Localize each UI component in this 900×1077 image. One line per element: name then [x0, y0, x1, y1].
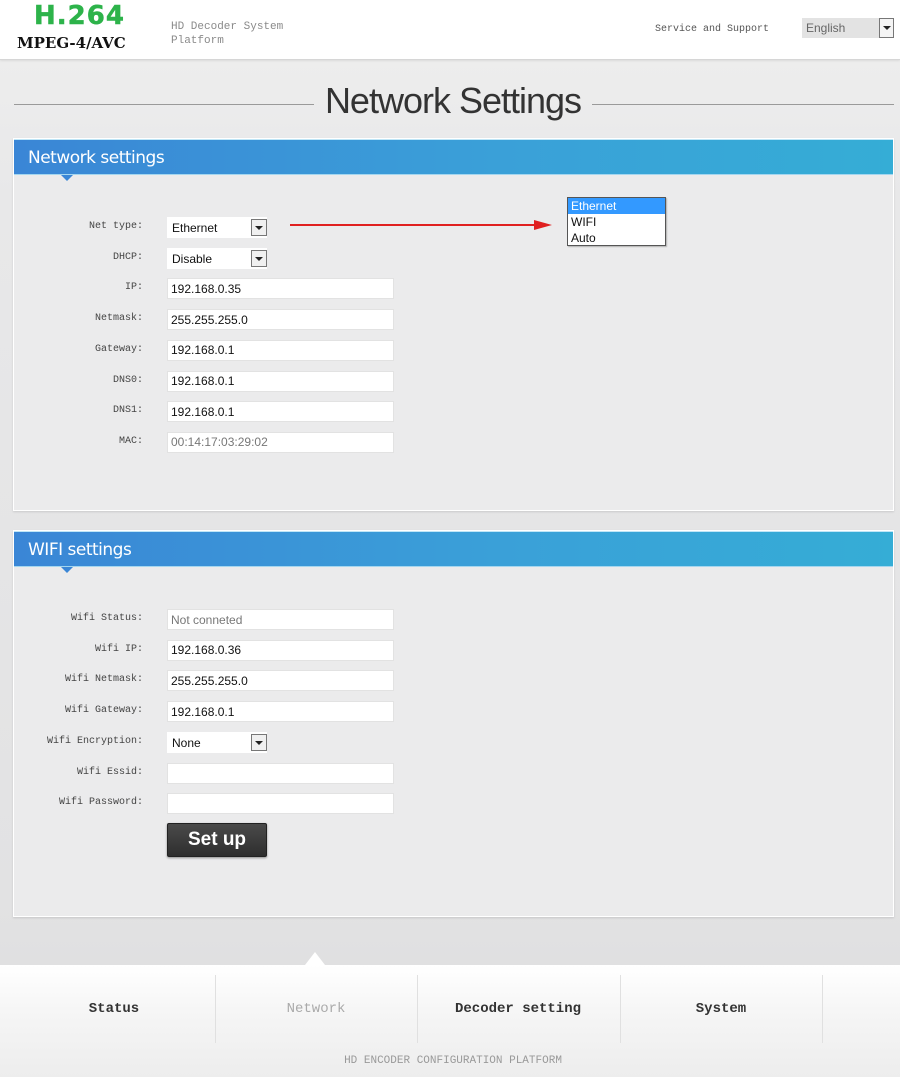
page-title: Network Settings — [324, 80, 582, 121]
nav-system[interactable]: System — [620, 975, 822, 1043]
logo-mpeg4-avc: MPEG-4/AVC — [17, 34, 126, 52]
nav-divider — [822, 975, 823, 1043]
dns0-input[interactable] — [167, 370, 394, 392]
chevron-down-icon[interactable] — [879, 18, 894, 38]
platform-title: HD Decoder System Platform — [171, 21, 284, 47]
wifi-gateway-row: Wifi Gateway: — [14, 701, 893, 723]
wifi-encryption-value: None — [172, 735, 201, 750]
net-type-option-wifi[interactable]: WIFI — [568, 214, 665, 230]
mac-label: MAC: — [118, 435, 143, 447]
language-select[interactable]: English — [802, 18, 894, 38]
footer-nav: Status Network Decoder setting System HD… — [0, 952, 900, 1077]
logo-h264: H.264 — [34, 1, 125, 32]
gateway-row: Gateway: — [14, 339, 893, 362]
wifi-netmask-input[interactable] — [167, 670, 394, 692]
net-type-label: Net type: — [88, 221, 143, 232]
language-value: English — [806, 21, 846, 35]
nav-decoder-setting[interactable]: Decoder setting — [417, 975, 619, 1043]
nav-status[interactable]: Status — [13, 975, 215, 1043]
gateway-input[interactable] — [167, 339, 394, 361]
panel-title: WIFI settings — [28, 540, 132, 560]
wifi-encryption-label: Wifi Encryption: — [46, 735, 143, 747]
wifi-netmask-row: Wifi Netmask: — [14, 670, 893, 692]
wifi-essid-row: Wifi Essid: — [14, 762, 893, 785]
chevron-down-icon[interactable] — [251, 733, 267, 751]
wifi-encryption-select[interactable]: None — [167, 731, 267, 753]
wifi-password-label: Wifi Password: — [58, 797, 143, 809]
mac-row: MAC: — [14, 431, 893, 454]
wifi-settings-panel: WIFI settings Wifi Status: Wifi IP: Wifi N… — [13, 530, 894, 917]
chevron-down-icon[interactable] — [251, 249, 267, 267]
wifi-gateway-label: Wifi Gateway: — [64, 705, 143, 717]
dhcp-label: DHCP: — [112, 251, 143, 263]
caret-icon — [61, 567, 73, 573]
wifi-password-input[interactable] — [167, 793, 394, 815]
dns0-row: DNS0: — [14, 370, 893, 393]
netmask-label: Netmask: — [94, 313, 143, 325]
wifi-encryption-row: Wifi Encryption: None — [14, 731, 893, 754]
set-up-button[interactable]: Set up — [167, 823, 267, 857]
active-tab-pointer-icon — [305, 952, 325, 965]
net-type-options-list[interactable]: Ethernet WIFI Auto — [567, 197, 666, 246]
dns1-label: DNS1: — [112, 405, 143, 417]
netmask-row: Netmask: — [14, 309, 893, 331]
wifi-netmask-label: Wifi Netmask: — [64, 674, 143, 686]
net-type-select[interactable]: Ethernet — [167, 217, 267, 238]
caret-icon — [61, 175, 73, 181]
netmask-input[interactable] — [167, 309, 394, 331]
title-divider-left — [14, 104, 314, 105]
wifi-status-label: Wifi Status: — [70, 613, 143, 624]
panel-header: Network settings — [14, 139, 893, 181]
nav-network[interactable]: Network — [215, 975, 417, 1043]
panel-header: WIFI settings — [14, 531, 893, 573]
top-header: H.264 MPEG-4/AVC HD Decoder System Platf… — [0, 0, 900, 60]
ip-row: IP: — [14, 278, 893, 300]
dns1-input[interactable] — [167, 401, 394, 423]
wifi-essid-label: Wifi Essid: — [76, 766, 143, 778]
chevron-down-icon[interactable] — [251, 219, 267, 236]
net-type-option-ethernet[interactable]: Ethernet — [568, 198, 665, 214]
ip-input[interactable] — [167, 278, 394, 300]
gateway-label: Gateway: — [94, 343, 143, 355]
dhcp-select[interactable]: Disable — [167, 247, 267, 269]
wifi-status-input[interactable] — [167, 609, 394, 630]
net-type-option-auto[interactable]: Auto — [568, 230, 665, 246]
dhcp-value: Disable — [172, 251, 213, 266]
dns0-label: DNS0: — [112, 374, 143, 386]
network-settings-panel: Network settings Net type: Ethernet DHCP: D… — [13, 138, 894, 511]
wifi-password-row: Wifi Password: — [14, 793, 893, 815]
wifi-ip-label: Wifi IP: — [94, 643, 143, 655]
dns1-row: DNS1: — [14, 401, 893, 423]
panel-title: Network settings — [28, 148, 165, 168]
page-title-block: Network Settings — [14, 80, 894, 126]
ip-label: IP: — [124, 282, 143, 294]
service-support-link[interactable]: Service and Support — [655, 24, 769, 35]
wifi-ip-row: Wifi IP: — [14, 639, 893, 662]
title-divider-right — [592, 104, 894, 105]
annotation-arrow-icon — [290, 220, 552, 230]
wifi-ip-input[interactable] — [167, 639, 394, 661]
net-type-value: Ethernet — [172, 221, 218, 235]
wifi-status-row: Wifi Status: — [14, 609, 893, 631]
wifi-gateway-input[interactable] — [167, 701, 394, 723]
mac-input[interactable] — [167, 431, 394, 453]
dhcp-row: DHCP: Disable — [14, 247, 893, 270]
wifi-essid-input[interactable] — [167, 762, 394, 784]
footer-caption: HD ENCODER CONFIGURATION PLATFORM — [344, 1055, 562, 1067]
